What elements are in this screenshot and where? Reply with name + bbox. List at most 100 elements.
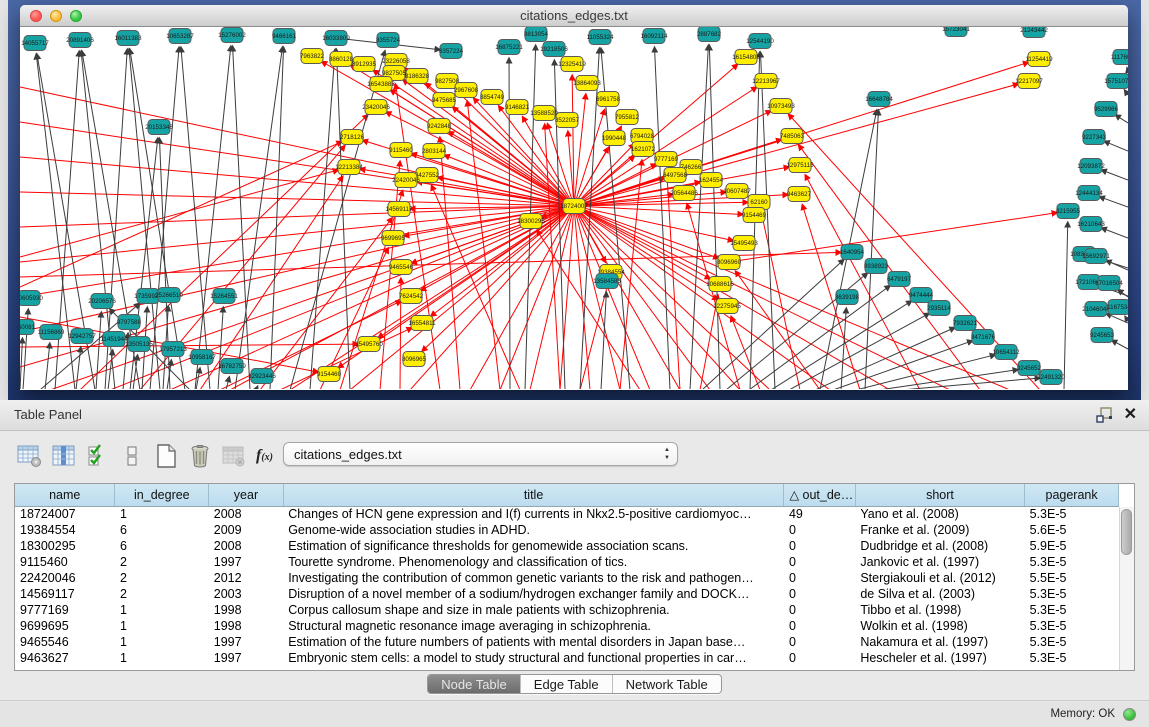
table-cell[interactable]: Changes of HCN gene expression and I(f) …: [283, 506, 784, 522]
tab-node-table[interactable]: Node Table: [428, 675, 520, 693]
table-cell[interactable]: de Silva et al. (2003): [855, 586, 1024, 602]
table-cell[interactable]: 5.3E-5: [1025, 554, 1119, 570]
graph-edge[interactable]: [1101, 170, 1128, 180]
graph-edge[interactable]: [574, 206, 743, 214]
table-cell[interactable]: 18300295: [15, 538, 115, 554]
table-cell[interactable]: 2: [115, 554, 209, 570]
graph-node[interactable]: 10958167: [188, 350, 216, 365]
graph-node[interactable]: 1624554: [699, 173, 724, 188]
table-row[interactable]: 1830029562008Estimation of significance …: [15, 538, 1119, 554]
graph-node[interactable]: 21046044: [1082, 302, 1110, 317]
graph-node[interactable]: 13584585: [593, 274, 621, 289]
graph-node[interactable]: 7955812: [615, 110, 640, 125]
graph-node[interactable]: 12093872: [1077, 159, 1105, 174]
graph-node[interactable]: 15692971: [1082, 249, 1110, 264]
graph-node[interactable]: 12213967: [752, 74, 780, 89]
graph-node[interactable]: 9475685: [432, 93, 457, 108]
table-row[interactable]: 1938455462009Genome-wide association stu…: [15, 522, 1119, 538]
graph-node[interactable]: 2967608: [454, 83, 479, 98]
graph-edge[interactable]: [1112, 340, 1128, 349]
graph-node[interactable]: 8355724: [376, 33, 401, 48]
table-cell[interactable]: 5.3E-5: [1025, 618, 1119, 634]
graph-node[interactable]: 11156869: [38, 325, 65, 340]
graph-node[interactable]: 7963822: [300, 49, 325, 64]
table-cell[interactable]: 14569117: [15, 586, 115, 602]
table-cell[interactable]: Estimation of significance thresholds fo…: [283, 538, 784, 554]
table-cell[interactable]: 5.3E-5: [1025, 650, 1119, 666]
minimize-button[interactable]: [50, 10, 62, 22]
graph-node[interactable]: 6479197: [887, 272, 912, 287]
column-header-short[interactable]: short: [855, 484, 1024, 506]
network-window-titlebar[interactable]: citations_edges.txt: [20, 5, 1128, 27]
graph-node[interactable]: 10654112: [992, 345, 1020, 360]
table-cell[interactable]: 9777169: [15, 602, 115, 618]
table-cell[interactable]: 5.5E-5: [1025, 570, 1119, 586]
table-cell[interactable]: 2: [115, 586, 209, 602]
graph-edge[interactable]: [654, 47, 670, 389]
graph-edge[interactable]: [467, 101, 500, 389]
graph-node[interactable]: 9245653: [1090, 328, 1115, 343]
table-cell[interactable]: 19384554: [15, 522, 115, 538]
graph-node[interactable]: 12975115: [786, 158, 814, 173]
table-cell[interactable]: 0: [784, 618, 855, 634]
graph-node[interactable]: 16554811: [408, 316, 436, 331]
graph-node[interactable]: 12942757: [68, 329, 96, 344]
zoom-button[interactable]: [70, 10, 82, 22]
graph-node[interactable]: 12544190: [746, 34, 774, 49]
close-button[interactable]: [30, 10, 42, 22]
table-row[interactable]: 946554611997Estimation of the future num…: [15, 634, 1119, 650]
graph-node[interactable]: 12325419: [558, 57, 586, 72]
graph-edge[interactable]: [150, 47, 179, 389]
graph-edge[interactable]: [1101, 228, 1128, 238]
graph-node[interactable]: 9154460: [317, 367, 342, 382]
graph-edge[interactable]: [1124, 90, 1128, 95]
graph-node[interactable]: 1990448: [602, 131, 627, 146]
table-cell[interactable]: Structural magnetic resonance image aver…: [283, 618, 784, 634]
graph-node[interactable]: 9699695: [381, 231, 406, 246]
table-cell[interactable]: Stergiakouli et al. (2012): [855, 570, 1024, 586]
table-vertical-scrollbar[interactable]: [1119, 507, 1134, 670]
table-cell[interactable]: 1: [115, 602, 209, 618]
graph-node[interactable]: 9474444: [909, 288, 934, 303]
table-cell[interactable]: Disruption of a novel member of a sodium…: [283, 586, 784, 602]
table-row[interactable]: 1872400712008Changes of HCN gene express…: [15, 506, 1119, 522]
graph-edge[interactable]: [256, 386, 258, 389]
row-height-icon[interactable]: [118, 443, 145, 470]
graph-node[interactable]: 20605930: [20, 291, 43, 306]
graph-edge[interactable]: [1125, 316, 1128, 321]
close-panel-icon[interactable]: ✕: [1124, 404, 1137, 424]
graph-edge[interactable]: [76, 347, 81, 389]
table-cell[interactable]: Genome-wide association studies in ADHD.: [283, 522, 784, 538]
scrollbar-thumb[interactable]: [1121, 509, 1132, 555]
graph-node[interactable]: 11451944: [100, 332, 128, 347]
graph-node[interactable]: 8357224: [439, 44, 464, 59]
graph-node[interactable]: 9227343: [1082, 130, 1107, 145]
table-cell[interactable]: 5.3E-5: [1025, 634, 1119, 650]
graph-node[interactable]: 15495493: [730, 236, 758, 251]
table-cell[interactable]: 2009: [209, 522, 283, 538]
table-cell[interactable]: 0: [784, 634, 855, 650]
graph-edge[interactable]: [20, 338, 22, 389]
graph-node[interactable]: 8938923: [864, 259, 889, 274]
graph-node[interactable]: 8639198: [835, 290, 860, 305]
table-cell[interactable]: Embryonic stem cells: a model to study s…: [283, 650, 784, 666]
table-row[interactable]: 2242004622012Investigating the contribut…: [15, 570, 1119, 586]
graph-edge[interactable]: [1099, 197, 1128, 207]
graph-node[interactable]: 6961758: [596, 92, 621, 107]
graph-node[interactable]: 23420046: [362, 100, 390, 115]
graph-node[interactable]: 7485063: [780, 129, 805, 144]
graph-edge[interactable]: [574, 206, 680, 389]
graph-node[interactable]: 12213384: [335, 160, 363, 175]
graph-node[interactable]: 9154469: [742, 208, 767, 223]
graph-node[interactable]: 20564486: [670, 186, 698, 201]
table-cell[interactable]: 9463627: [15, 650, 115, 666]
graph-edge[interactable]: [1104, 141, 1128, 151]
graph-edge[interactable]: [1115, 115, 1128, 123]
graph-edge[interactable]: [290, 206, 574, 389]
column-header-title[interactable]: title: [283, 484, 784, 506]
graph-node[interactable]: 17016504: [1095, 276, 1123, 291]
table-cell[interactable]: Yano et al. (2008): [855, 506, 1024, 522]
graph-node[interactable]: 10688616: [706, 277, 734, 292]
column-visibility-icon[interactable]: [84, 443, 111, 470]
table-row[interactable]: 977716911998Corpus callosum shape and si…: [15, 602, 1119, 618]
